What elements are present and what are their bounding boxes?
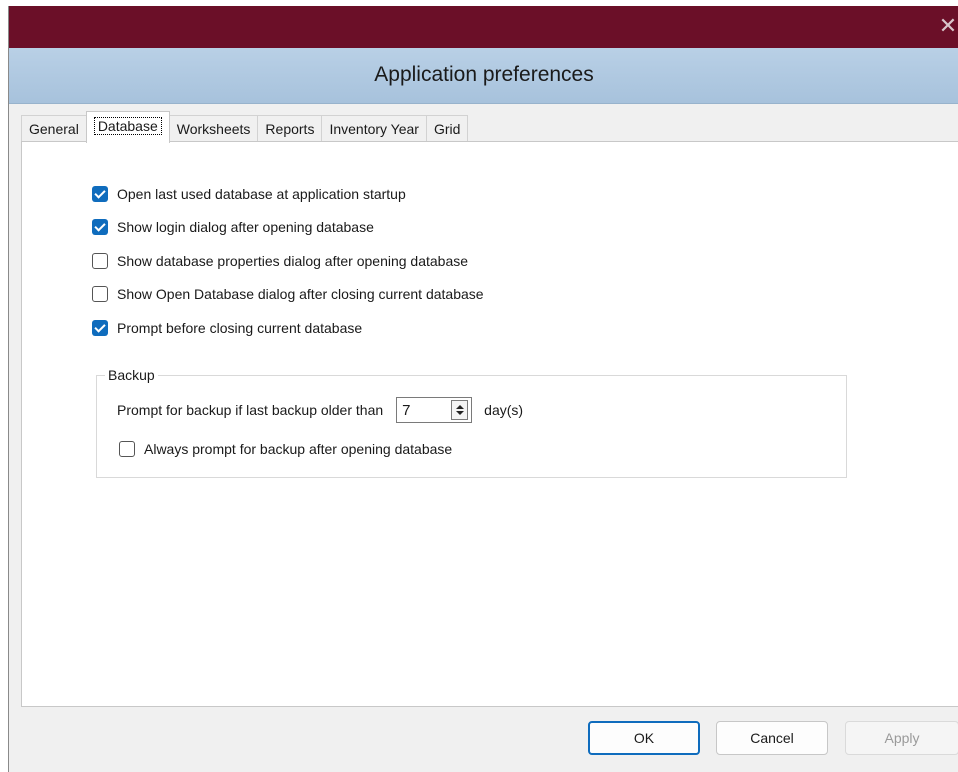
header-band: Application preferences <box>9 48 958 104</box>
show-db-properties-option[interactable]: Show database properties dialog after op… <box>92 251 468 271</box>
backup-legend: Backup <box>105 367 158 383</box>
tab-general[interactable]: General <box>21 115 87 142</box>
checkbox-unchecked[interactable] <box>92 286 108 302</box>
show-login-option[interactable]: Show login dialog after opening database <box>92 217 374 237</box>
spin-buttons[interactable] <box>451 400 469 420</box>
open-last-db-option[interactable]: Open last used database at application s… <box>92 184 406 204</box>
title-bar: ✕ <box>9 6 958 48</box>
show-open-db-option[interactable]: Show Open Database dialog after closing … <box>92 284 484 304</box>
spin-up-icon[interactable] <box>455 405 464 409</box>
option-label: Show database properties dialog after op… <box>117 253 469 269</box>
cancel-button[interactable]: Cancel <box>716 721 828 755</box>
dialog-title: Application preferences <box>374 63 594 86</box>
always-prompt-option[interactable]: Always prompt for backup after opening d… <box>119 439 452 459</box>
database-tab-panel: Open last used database at application s… <box>21 141 958 707</box>
checkbox-checked[interactable] <box>92 320 108 336</box>
backup-groupbox: Backup Prompt for backup if last backup … <box>96 367 847 478</box>
option-label: Prompt before closing current database <box>117 320 363 336</box>
close-icon[interactable]: ✕ <box>937 14 958 40</box>
tab-grid[interactable]: Grid <box>425 115 469 142</box>
checkbox-checked[interactable] <box>92 186 108 202</box>
days-unit-label: day(s) <box>484 402 524 418</box>
backup-days-value[interactable]: 7 <box>397 402 451 419</box>
spin-down-icon[interactable] <box>455 411 464 415</box>
tab-inventory-year[interactable]: Inventory Year <box>321 115 427 142</box>
backup-prompt-label: Prompt for backup if last backup older t… <box>117 402 384 418</box>
backup-days-stepper[interactable]: 7 <box>396 397 473 423</box>
backup-days-row: Prompt for backup if last backup older t… <box>117 397 523 423</box>
option-label: Open last used database at application s… <box>117 186 406 202</box>
tab-reports[interactable]: Reports <box>257 115 323 142</box>
preferences-window: ✕ Application preferences General Databa… <box>8 6 958 772</box>
ok-button[interactable]: OK <box>588 721 700 755</box>
option-label: Always prompt for backup after opening d… <box>144 441 453 457</box>
tab-strip: General Database Worksheets Reports Inve… <box>21 111 469 143</box>
checkbox-unchecked[interactable] <box>119 441 135 457</box>
tab-worksheets[interactable]: Worksheets <box>168 115 259 142</box>
option-label: Show login dialog after opening database <box>117 219 374 235</box>
option-label: Show Open Database dialog after closing … <box>117 286 484 302</box>
prompt-before-closing-option[interactable]: Prompt before closing current database <box>92 318 362 338</box>
tab-database[interactable]: Database <box>85 111 170 143</box>
apply-button[interactable]: Apply <box>845 721 958 755</box>
checkbox-unchecked[interactable] <box>92 253 108 269</box>
checkbox-checked[interactable] <box>92 219 108 235</box>
